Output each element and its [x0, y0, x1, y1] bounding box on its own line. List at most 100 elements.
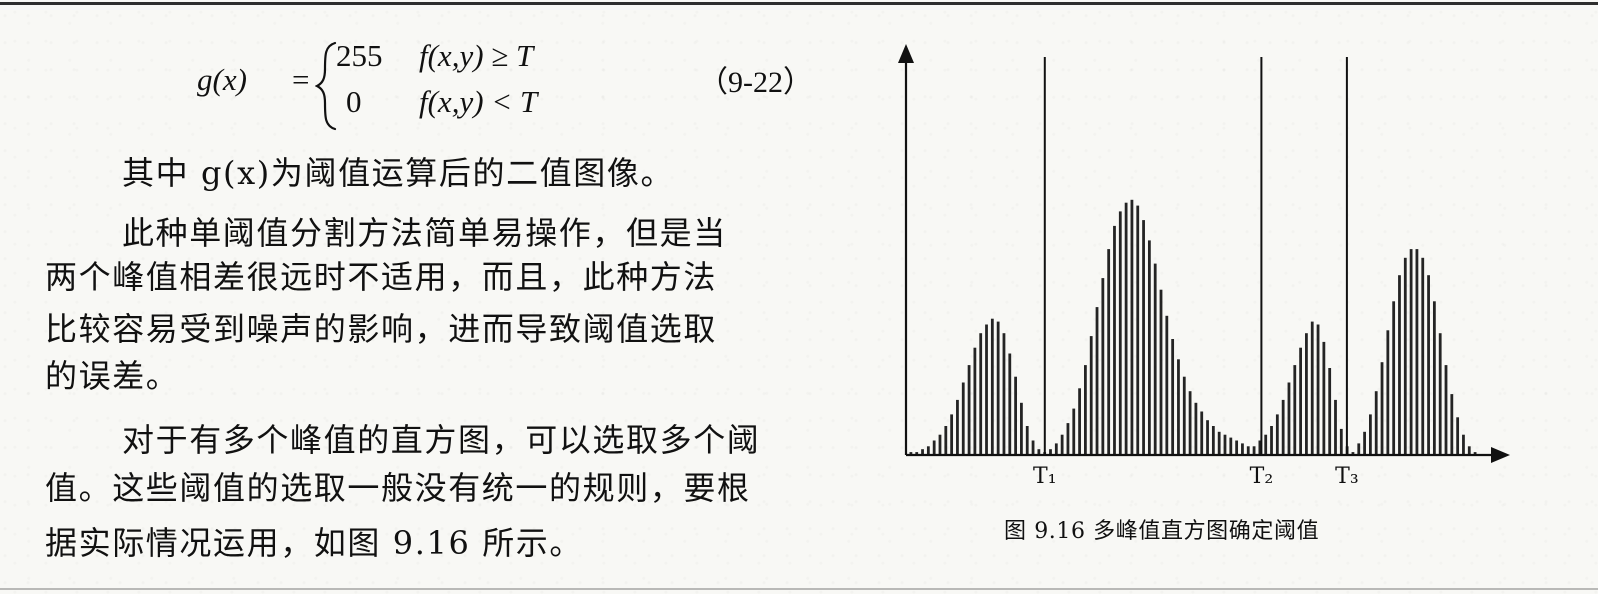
paragraph-line-3: 两个峰值相差很远时不适用，而且，此种方法 — [45, 258, 718, 296]
histogram-bar — [1084, 365, 1087, 455]
histogram-bar — [1177, 359, 1180, 455]
histogram-bar — [1014, 376, 1017, 455]
histogram-bar — [1159, 289, 1163, 455]
histogram-bar — [1409, 249, 1413, 455]
histogram-bar — [1124, 202, 1128, 455]
histogram-bar — [1025, 426, 1029, 455]
histogram-bar — [1136, 205, 1140, 455]
histogram-bar — [1182, 376, 1186, 455]
histogram-bar — [1264, 434, 1268, 455]
histogram-bar — [967, 365, 971, 455]
histogram-bar — [932, 440, 936, 455]
threshold-formula: g(x) = 255 f(x,y) ≥ T 0 f(x,y) < T （9-22… — [197, 34, 847, 138]
histogram-bar — [1374, 391, 1378, 455]
histogram-bar — [1206, 420, 1209, 455]
histogram-bar — [1299, 347, 1302, 455]
histogram-bar — [1107, 249, 1111, 455]
histogram-bar — [944, 426, 948, 455]
histogram-bar — [1275, 414, 1279, 455]
histogram-bar — [1147, 240, 1151, 455]
histogram-bar — [1188, 391, 1192, 455]
document-page: g(x) = 255 f(x,y) ≥ T 0 f(x,y) < T （9-22… — [0, 0, 1598, 594]
formula-case2-condition: f(x,y) < T — [419, 84, 538, 119]
histogram-bar — [1101, 278, 1105, 455]
histogram-bar — [1246, 446, 1250, 455]
histogram-bar — [1008, 353, 1012, 455]
histogram-bar — [1142, 220, 1145, 455]
histogram-bar — [1066, 423, 1070, 455]
formula-case1-value: 255 — [336, 38, 383, 73]
histogram-bar — [1322, 341, 1326, 455]
multi-peak-histogram: T₁ T₂ T₃ — [898, 44, 1510, 489]
histogram-bar — [1089, 336, 1093, 455]
histogram-bar — [1305, 333, 1308, 455]
histogram-bar — [956, 399, 959, 455]
histogram-bar — [1339, 428, 1343, 455]
paragraph-line-6: 对于有多个峰值的直方图，可以选取多个阈 — [122, 421, 761, 459]
histogram-bar — [950, 414, 954, 455]
histogram-bar — [1049, 449, 1052, 455]
top-page-rule — [0, 2, 1598, 5]
histogram-bar — [1369, 414, 1372, 455]
paragraph-line-8: 据实际情况运用，如图 9.16 所示。 — [45, 524, 583, 562]
figure-caption: 图 9.16 多峰值直方图确定阈值 — [1004, 519, 1320, 544]
histogram-bar — [979, 333, 983, 455]
histogram-bar — [1450, 394, 1454, 455]
histogram-bar — [1223, 434, 1227, 455]
histogram-bar — [1113, 225, 1116, 455]
histogram-bar — [1456, 417, 1460, 455]
histogram-bar — [1211, 426, 1215, 455]
histogram-bar — [996, 321, 1000, 455]
histogram-bar — [909, 452, 913, 455]
histogram-bar — [1229, 437, 1233, 455]
histogram-bar — [1002, 333, 1006, 455]
histogram-bar — [1165, 315, 1169, 455]
chart-y-axis-arrow — [898, 44, 914, 63]
histogram-bar — [961, 382, 965, 455]
histogram-bar — [1194, 402, 1198, 455]
histogram-bar — [1072, 408, 1076, 455]
histogram-bar — [1427, 275, 1430, 455]
histogram-bar — [1467, 446, 1471, 455]
histogram-bar — [1171, 339, 1175, 455]
histogram-bar — [1060, 434, 1064, 455]
histogram-bar — [1293, 365, 1297, 455]
formula-case1-condition: f(x,y) ≥ T — [419, 38, 534, 73]
paragraph-line-4: 比较容易受到噪声的影响，进而导致阈值选取 — [45, 310, 718, 348]
paragraph-line-2: 此种单阈值分割方法简单易操作，但是当 — [122, 214, 727, 252]
formula-case2-value: 0 — [346, 84, 362, 119]
histogram-bar — [1403, 257, 1407, 455]
threshold-label: T₃ — [1335, 464, 1359, 489]
histogram-bar — [985, 324, 988, 455]
histogram-bar — [1281, 399, 1285, 455]
paragraph-line-5: 的误差。 — [45, 357, 180, 395]
histogram-bar — [1398, 275, 1401, 455]
histogram-bar — [1153, 263, 1157, 455]
histogram-bar — [1252, 446, 1256, 455]
histogram-bar — [1432, 301, 1436, 455]
histogram-bar — [1363, 431, 1366, 455]
histogram-bar — [1130, 199, 1134, 455]
histogram-bar — [1020, 402, 1023, 455]
histogram-bar — [1462, 434, 1465, 455]
histogram-bar — [1316, 324, 1320, 455]
histogram-bar — [1235, 440, 1239, 455]
histogram-bar — [1310, 321, 1314, 455]
histogram-bar — [1031, 440, 1035, 455]
histogram-bar — [1287, 382, 1291, 455]
histogram-bar — [1270, 426, 1273, 455]
threshold-label: T₂ — [1250, 464, 1274, 489]
histogram-bar — [1095, 307, 1099, 455]
histogram-bar — [1415, 249, 1419, 455]
histogram-bar — [973, 347, 977, 455]
histogram-bar — [1421, 257, 1425, 455]
histogram-bar — [1444, 365, 1448, 455]
histogram-bar — [1037, 449, 1041, 455]
histogram-bar — [1054, 443, 1058, 455]
threshold-label: T₁ — [1033, 464, 1057, 489]
histogram-bar — [915, 452, 919, 455]
histogram-bar — [921, 449, 924, 455]
histogram-bar — [1357, 443, 1361, 455]
formula-lhs: g(x) — [197, 62, 247, 97]
paragraph-line-1: 其中 g(x)为阈值运算后的二值图像。 — [122, 154, 675, 192]
